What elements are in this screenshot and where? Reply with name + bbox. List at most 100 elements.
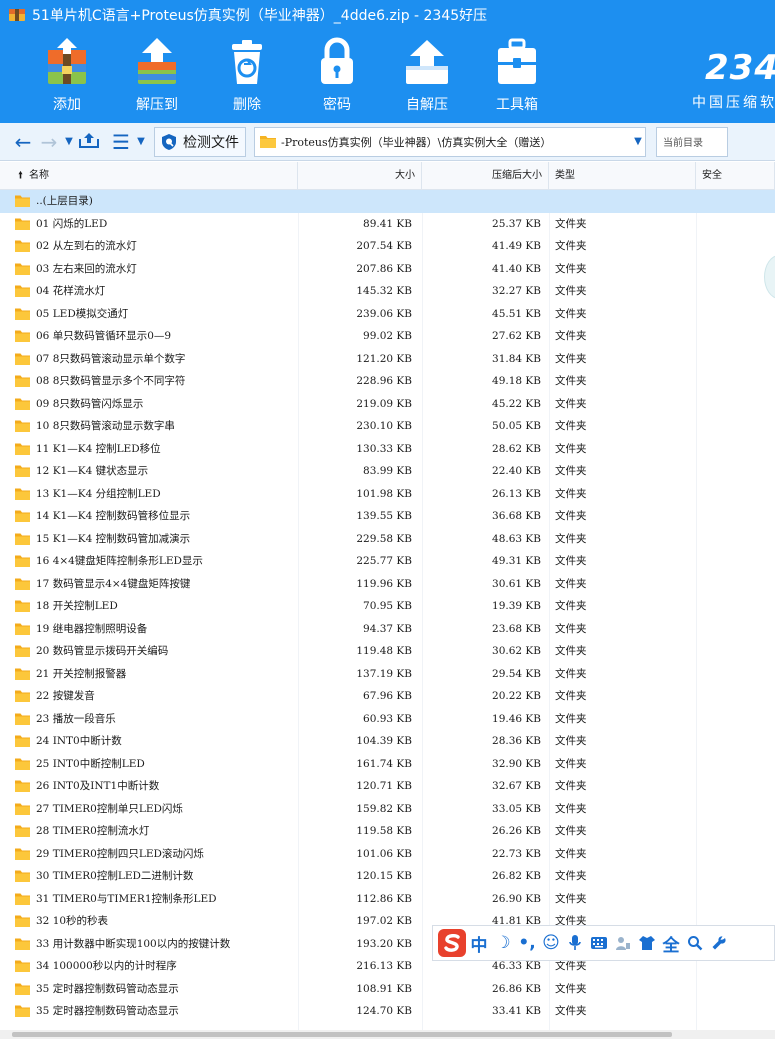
row-type: 文件夹 (555, 870, 587, 882)
table-row[interactable]: 20 数码管显示拨码开关编码 119.48 KB 30.62 KB 文件夹 (0, 640, 775, 663)
row-name: 07 8只数码管滚动显示单个数字 (0, 348, 298, 371)
row-name: 26 INT0及INT1中断计数 (0, 775, 298, 798)
ime-mode-toggle[interactable]: 中 (467, 930, 491, 956)
table-row[interactable]: 24 INT0中断计数 104.39 KB 28.36 KB 文件夹 (0, 730, 775, 753)
table-row[interactable]: 23 播放一段音乐 60.93 KB 19.46 KB 文件夹 (0, 708, 775, 731)
row-size: 145.32 KB (356, 285, 412, 297)
table-row[interactable]: 06 单只数码管循环显示0—9 99.02 KB 27.62 KB 文件夹 (0, 325, 775, 348)
row-safety (696, 775, 775, 798)
file-name: 18 开关控制LED (36, 600, 118, 612)
wrench-icon[interactable] (707, 930, 731, 956)
table-row[interactable]: 17 数码管显示4×4键盘矩阵按键 119.96 KB 30.61 KB 文件夹 (0, 573, 775, 596)
parent-directory-row[interactable]: ..(上层目录) (0, 190, 775, 213)
table-row[interactable]: 01 闪烁的LED 89.41 KB 25.37 KB 文件夹 (0, 213, 775, 236)
row-packed-size: 23.68 KB (492, 622, 541, 635)
fullwidth-toggle[interactable]: 全 (659, 930, 683, 956)
history-dropdown-icon[interactable]: ▼ (62, 136, 76, 147)
row-type: 文件夹 (555, 577, 587, 590)
table-row[interactable]: 16 4×4键盘矩阵控制条形LED显示 225.77 KB 49.31 KB 文件夹 (0, 550, 775, 573)
table-row[interactable]: 25 INT0中断控制LED 161.74 KB 32.90 KB 文件夹 (0, 753, 775, 776)
check-files-button[interactable]: 检测文件 (154, 126, 246, 157)
horizontal-scrollbar[interactable] (0, 1030, 775, 1039)
row-name: 10 8只数码管滚动显示数字串 (0, 415, 298, 438)
row-name: 01 闪烁的LED (0, 213, 298, 236)
extract-to-button[interactable]: 解压到 (112, 30, 202, 123)
table-row[interactable]: 35 定时器控制数码管动态显示 124.70 KB 33.41 KB 文件夹 (0, 1000, 775, 1023)
table-row[interactable]: 27 TIMER0控制单只LED闪烁 159.82 KB 33.05 KB 文件夹 (0, 798, 775, 821)
row-size: 101.06 KB (356, 847, 412, 860)
column-header-packed-size[interactable]: 压缩后大小 (422, 162, 549, 190)
table-row[interactable]: 07 8只数码管滚动显示单个数字 121.20 KB 31.84 KB 文件夹 (0, 348, 775, 371)
row-type: 文件夹 (555, 487, 587, 500)
row-type: 文件夹 (555, 285, 587, 297)
table-row[interactable]: 04 花样流水灯 145.32 KB 32.27 KB 文件夹 (0, 280, 775, 303)
smiley-icon[interactable]: ☺ (539, 930, 563, 956)
path-field[interactable]: -Proteus仿真实例（毕业神器）\仿真实例大全（赠送） ▼ (254, 126, 646, 157)
table-row[interactable]: 26 INT0及INT1中断计数 120.71 KB 32.67 KB 文件夹 (0, 775, 775, 798)
column-header-name[interactable]: 🠙 名称 (0, 162, 298, 190)
back-arrow-icon[interactable]: ← (10, 130, 36, 154)
table-row[interactable]: 10 8只数码管滚动显示数字串 230.10 KB 50.05 KB 文件夹 (0, 415, 775, 438)
view-dropdown-icon[interactable]: ▼ (134, 136, 148, 147)
table-row[interactable]: 21 开关控制报警器 137.19 KB 29.54 KB 文件夹 (0, 663, 775, 686)
up-folder-button[interactable] (76, 130, 102, 154)
punctuation-icon[interactable]: •, (515, 930, 539, 956)
column-header-safety[interactable]: 安全 (696, 162, 775, 190)
table-row[interactable]: 13 K1—K4 分组控制LED 101.98 KB 26.13 KB 文件夹 (0, 483, 775, 506)
moon-icon[interactable]: ☽ (491, 930, 515, 956)
file-name: 25 INT0中断控制LED (36, 757, 145, 770)
skin-shirt-icon[interactable] (635, 930, 659, 956)
row-safety (696, 573, 775, 596)
row-packed-size: 26.13 KB (492, 487, 541, 500)
keyboard-icon[interactable] (587, 930, 611, 956)
row-type: 文件夹 (555, 622, 587, 635)
table-row[interactable]: 15 K1—K4 控制数码管加减演示 229.58 KB 48.63 KB 文件夹 (0, 528, 775, 551)
toolbox-button[interactable]: 工具箱 (472, 30, 562, 123)
microphone-icon[interactable] (563, 930, 587, 956)
column-header-type[interactable]: 类型 (549, 162, 696, 190)
self-extract-button[interactable]: 自解压 (382, 30, 472, 123)
row-size: 161.74 KB (356, 757, 412, 770)
user-icon[interactable] (611, 930, 635, 956)
table-row[interactable]: 09 8只数码管闪烁显示 219.09 KB 45.22 KB 文件夹 (0, 393, 775, 416)
table-row[interactable]: 19 继电器控制照明设备 94.37 KB 23.68 KB 文件夹 (0, 618, 775, 641)
app-logo-icon[interactable] (8, 7, 26, 23)
path-dropdown-icon[interactable]: ▼ (631, 136, 645, 147)
add-button[interactable]: 添加 (22, 30, 112, 123)
table-row[interactable]: 02 从左到右的流水灯 207.54 KB 41.49 KB 文件夹 (0, 235, 775, 258)
view-list-icon[interactable]: ☰ (108, 130, 134, 154)
table-row[interactable]: 08 8只数码管显示多个不同字符 228.96 KB 49.18 KB 文件夹 (0, 370, 775, 393)
delete-button[interactable]: 删除 (202, 30, 292, 123)
column-header-size[interactable]: 大小 (298, 162, 422, 190)
row-size: 119.48 KB (356, 645, 412, 657)
row-packed-size: 33.41 KB (492, 1005, 541, 1017)
table-row[interactable]: 35 定时器控制数码管动态显示 108.91 KB 26.86 KB 文件夹 (0, 978, 775, 1001)
table-row[interactable]: 22 按键发音 67.96 KB 20.22 KB 文件夹 (0, 685, 775, 708)
scrollbar-thumb[interactable] (12, 1032, 672, 1037)
search-icon[interactable] (683, 930, 707, 956)
table-row[interactable]: 11 K1—K4 控制LED移位 130.33 KB 28.62 KB 文件夹 (0, 438, 775, 461)
row-type: 文件夹 (555, 510, 587, 522)
row-name: 17 数码管显示4×4键盘矩阵按键 (0, 573, 298, 596)
table-row[interactable]: 31 TIMER0与TIMER1控制条形LED 112.86 KB 26.90 KB… (0, 888, 775, 911)
table-row[interactable]: 30 TIMER0控制LED二进制计数 120.15 KB 26.82 KB 文件夹 (0, 865, 775, 888)
table-row[interactable]: 03 左右来回的流水灯 207.86 KB 41.40 KB 文件夹 (0, 258, 775, 281)
table-row[interactable]: 28 TIMER0控制流水灯 119.58 KB 26.26 KB 文件夹 (0, 820, 775, 843)
row-packed-size: 26.26 KB (492, 825, 541, 837)
row-packed-size: 27.62 KB (492, 330, 541, 342)
sogou-logo-icon[interactable] (437, 928, 467, 958)
table-row[interactable]: 18 开关控制LED 70.95 KB 19.39 KB 文件夹 (0, 595, 775, 618)
row-type: 文件夹 (555, 555, 587, 567)
row-safety (696, 663, 775, 686)
table-row[interactable]: 29 TIMER0控制四只LED滚动闪烁 101.06 KB 22.73 KB 文件夹 (0, 843, 775, 866)
folder-icon (15, 488, 30, 500)
add-label: 添加 (53, 97, 81, 113)
folder-icon (15, 240, 30, 253)
brand-subtitle: 中国压缩软 (692, 95, 775, 111)
table-row[interactable]: 05 LED模拟交通灯 239.06 KB 45.51 KB 文件夹 (0, 303, 775, 326)
search-input[interactable]: 当前目录 (656, 126, 728, 157)
password-button[interactable]: 密码 (292, 30, 382, 123)
table-row[interactable]: 12 K1—K4 键状态显示 83.99 KB 22.40 KB 文件夹 (0, 460, 775, 483)
forward-arrow-icon[interactable]: → (36, 130, 62, 154)
table-row[interactable]: 14 K1—K4 控制数码管移位显示 139.55 KB 36.68 KB 文件夹 (0, 505, 775, 528)
